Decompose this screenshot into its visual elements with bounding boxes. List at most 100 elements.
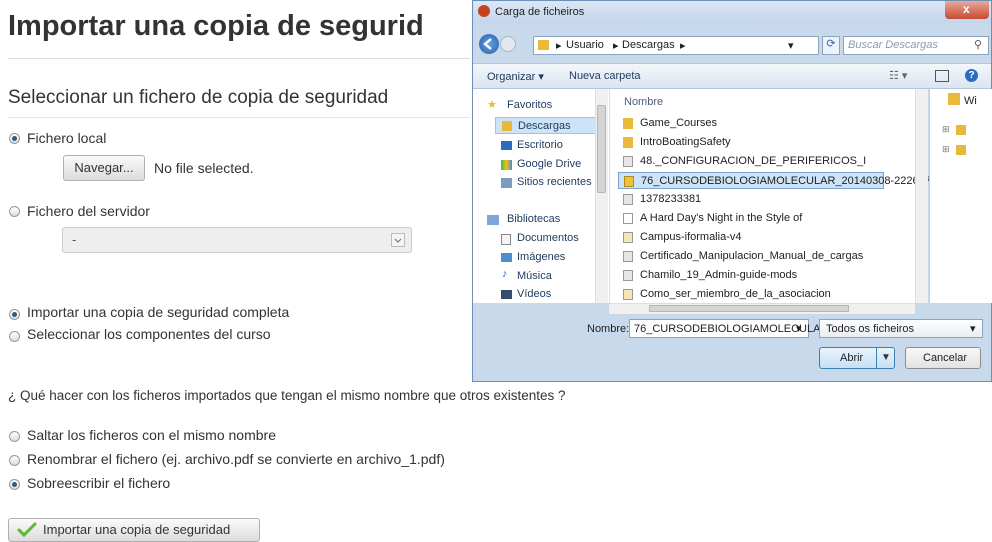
open-split-arrow[interactable]: ▼ — [876, 348, 895, 368]
nav-scrollbar[interactable] — [595, 89, 608, 303]
cancel-button[interactable]: Cancelar — [905, 347, 981, 369]
file-name: Campus-iformalia-v4 — [640, 231, 742, 243]
no-file-text: No file selected. — [154, 160, 254, 176]
help-icon[interactable]: ? — [965, 69, 978, 82]
new-folder-button[interactable]: Nueva carpeta — [569, 70, 641, 82]
open-button[interactable]: Abrir ▼ — [819, 347, 895, 369]
chevron-down-icon[interactable]: ▾ — [796, 322, 802, 335]
music-icon: ♪ — [502, 268, 508, 280]
local-file-label: Fichero local — [27, 130, 107, 146]
file-list-hscrollbar[interactable] — [609, 303, 915, 314]
file-list-item[interactable]: Certificado_Manipulacion_Manual_de_carga… — [618, 248, 868, 265]
file-icon — [623, 232, 633, 243]
filename-input[interactable]: 76_CURSODEBIOLOGIAMOLECULAI ▾ — [629, 319, 824, 338]
file-dialog: Carga de ficheiros x Usuario Descargas ▸… — [472, 0, 992, 382]
tree-root-label[interactable]: Wi — [964, 95, 977, 107]
nav-item-documents[interactable]: Documentos — [517, 232, 579, 244]
file-name: IntroBoatingSafety — [640, 136, 731, 148]
dialog-title: Carga de ficheiros — [495, 6, 585, 18]
folder-icon — [623, 118, 633, 129]
radio-rename[interactable] — [9, 455, 20, 466]
file-icon — [623, 213, 633, 224]
file-name: Certificado_Manipulacion_Manual_de_carga… — [640, 250, 864, 262]
close-icon: x — [963, 2, 970, 16]
view-options-icon[interactable]: ☷ ▾ — [889, 69, 907, 82]
address-bar[interactable]: Usuario Descargas ▸ ▸ ▸ ▾ — [533, 36, 819, 55]
file-name: Como_ser_miembro_de_la_asociacion — [640, 288, 831, 300]
search-placeholder: Buscar Descargas — [848, 39, 938, 51]
breadcrumb-downloads[interactable]: Descargas — [622, 39, 675, 51]
folder-icon — [948, 93, 960, 105]
hscrollbar-thumb[interactable] — [649, 305, 849, 312]
file-name: Game_Courses — [640, 117, 718, 129]
libraries-icon — [487, 215, 499, 225]
file-list-item[interactable]: Como_ser_miembro_de_la_asociacion — [618, 286, 868, 303]
desktop-icon — [501, 141, 512, 150]
file-list-item[interactable]: Campus-iformalia-v4 — [618, 229, 868, 246]
file-list-item[interactable]: 48._CONFIGURACION_DE_PERIFERICOS_I — [618, 153, 868, 170]
radio-server-file[interactable] — [9, 206, 20, 217]
documents-icon — [501, 234, 511, 245]
favorites-icon: ★ — [487, 99, 497, 111]
back-button[interactable] — [479, 34, 499, 54]
nav-item-desktop[interactable]: Escritorio — [517, 139, 563, 151]
file-list-item[interactable]: 1378233381 — [618, 191, 868, 208]
page-title: Importar una copia de segurid — [8, 10, 424, 42]
filetype-select[interactable]: Todos os ficheiros ▾ — [819, 319, 983, 338]
radio-skip[interactable] — [9, 431, 20, 442]
nav-item-recent[interactable]: Sitios recientes — [517, 176, 592, 188]
file-list-scrollbar[interactable] — [915, 89, 928, 303]
nav-item-downloads[interactable]: Descargas — [495, 117, 599, 134]
radio-overwrite[interactable] — [9, 479, 20, 490]
section-divider — [8, 117, 470, 118]
folder-icon — [538, 40, 549, 50]
nav-scrollbar-thumb[interactable] — [597, 105, 606, 193]
column-header-name[interactable]: Nombre — [624, 96, 663, 108]
file-list-item[interactable]: 76_CURSODEBIOLOGIAMOLECULAR_20140308-222… — [618, 172, 931, 189]
organize-button[interactable]: Organizar ▾ — [487, 70, 544, 83]
import-submit-button[interactable]: Importar una copia de seguridad — [8, 518, 260, 542]
file-list-item[interactable]: Game_Courses — [618, 115, 868, 132]
nav-item-google-drive[interactable]: Google Drive — [517, 158, 581, 170]
expand-icon[interactable]: ⊞ — [942, 124, 950, 135]
close-button[interactable]: x — [945, 1, 989, 19]
server-file-select[interactable]: - — [62, 227, 412, 253]
chevron-right-icon: ▸ — [556, 40, 562, 52]
nav-item-pictures[interactable]: Imágenes — [517, 251, 565, 263]
file-list-item[interactable]: Chamilo_19_Admin-guide-mods — [618, 267, 868, 284]
file-list-item[interactable]: IntroBoatingSafety — [618, 134, 868, 151]
chevron-right-icon: ▸ — [613, 40, 619, 52]
radio-local-file[interactable] — [9, 133, 20, 144]
section-title: Seleccionar un fichero de copia de segur… — [8, 87, 389, 108]
file-icon — [623, 270, 633, 281]
radio-select-components[interactable] — [9, 331, 20, 342]
dropdown-arrow-icon[interactable]: ▾ — [788, 39, 794, 52]
title-divider — [8, 58, 470, 59]
conflict-question: ¿ Qué hacer con los ficheros importados … — [8, 388, 566, 403]
file-name: 1378233381 — [640, 193, 702, 205]
chevron-down-icon: ▾ — [970, 323, 976, 335]
file-list-item[interactable]: A Hard Day's Night in the Style of — [618, 210, 868, 227]
expand-icon[interactable]: ⊞ — [942, 144, 950, 155]
nav-item-videos[interactable]: Vídeos — [517, 288, 551, 300]
browse-button[interactable]: Navegar... — [63, 155, 145, 181]
refresh-button[interactable]: ⟳ — [822, 36, 840, 55]
breadcrumb-user[interactable]: Usuario — [566, 39, 604, 51]
file-name: 48._CONFIGURACION_DE_PERIFERICOS_I — [640, 155, 867, 167]
nav-item-music[interactable]: Música — [517, 270, 552, 282]
open-button-label: Abrir — [840, 352, 864, 364]
radio-import-complete[interactable] — [9, 309, 20, 320]
overwrite-label: Sobreescribir el fichero — [27, 475, 171, 491]
file-icon — [624, 176, 634, 187]
app-icon — [478, 5, 490, 17]
preview-pane-icon[interactable] — [935, 70, 949, 82]
search-input[interactable]: Buscar Descargas ⚲ — [843, 36, 989, 55]
filetype-value: Todos os ficheiros — [826, 323, 915, 335]
forward-button[interactable] — [500, 36, 516, 52]
file-name: A Hard Day's Night in the Style of — [640, 212, 803, 224]
downloads-icon — [502, 121, 512, 131]
nav-libraries[interactable]: Bibliotecas — [507, 213, 560, 225]
nav-favorites[interactable]: Favoritos — [507, 99, 552, 111]
file-icon — [623, 289, 633, 300]
navigation-pane: ★ Favoritos Descargas Escritorio Google … — [473, 89, 609, 303]
